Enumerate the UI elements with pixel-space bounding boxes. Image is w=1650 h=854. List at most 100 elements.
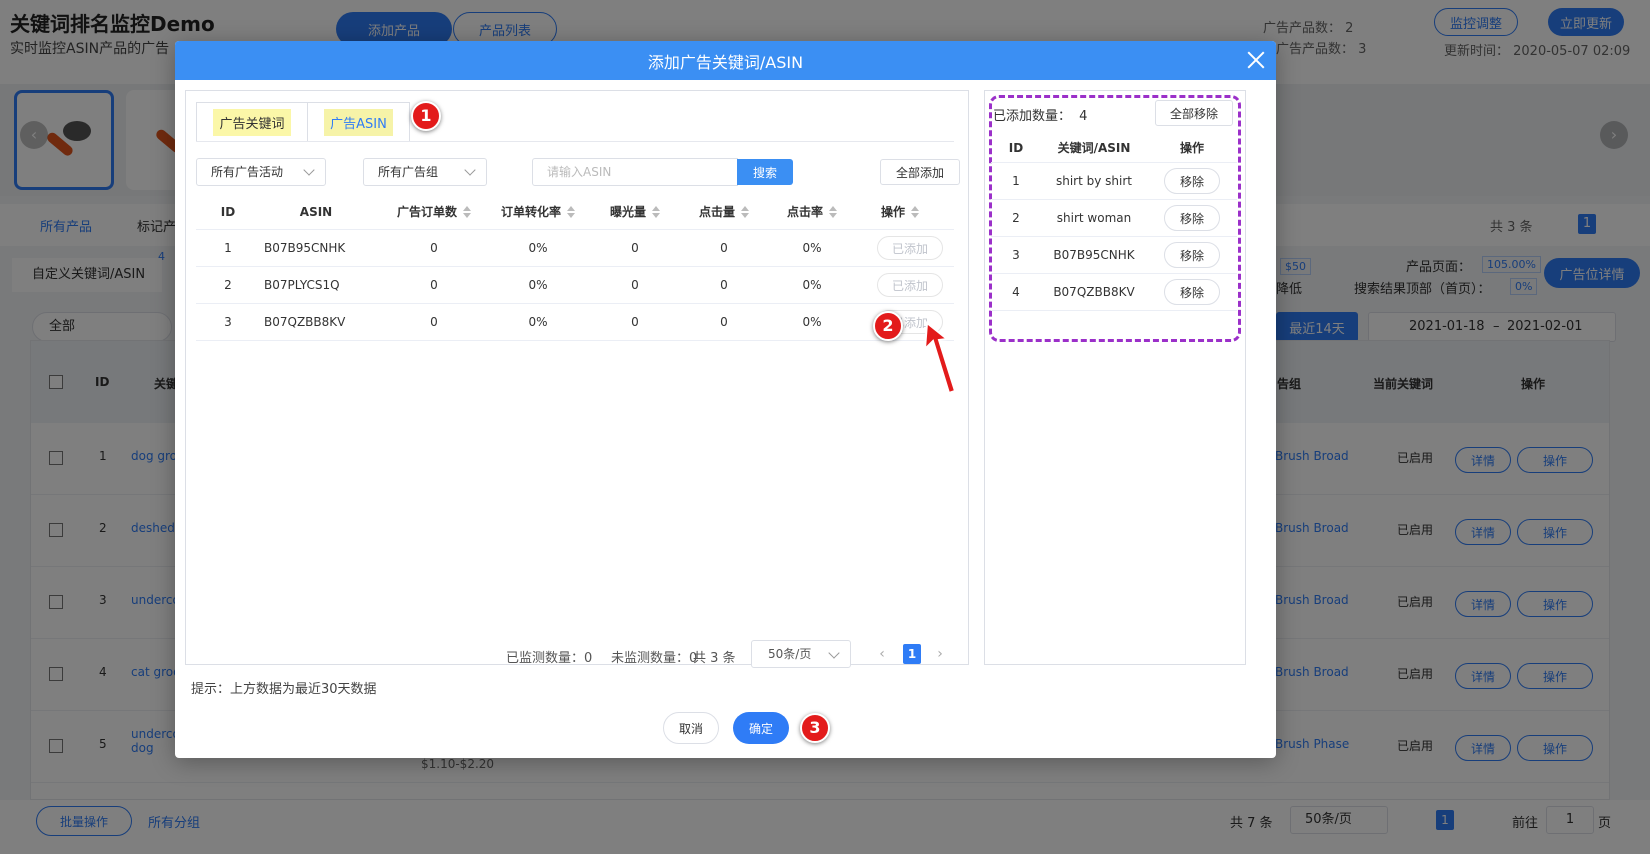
col-label: 点击量: [698, 205, 735, 219]
monitored-count: 已监测数量：0: [506, 651, 593, 666]
col-keyword-asin: 关键词/ASIN: [1057, 141, 1131, 155]
col-impressions[interactable]: 曝光量: [590, 194, 680, 229]
row-impressions: 0: [631, 315, 639, 329]
row-cvr: 0%: [528, 315, 548, 329]
chevron-down-icon: [303, 164, 315, 176]
pagination: 已监测数量：0 未监测数量：0 共 3 条 50条/页 ‹ 1 ›: [186, 640, 968, 670]
table-row: 3 B07QZBB8KV 0 0% 0 0 0% 已添加: [196, 304, 954, 341]
row-id: 1: [1012, 174, 1020, 188]
col-label: 广告订单数: [396, 205, 457, 219]
col-asin: ASIN: [260, 194, 372, 229]
row-value: B07QZBB8KV: [1053, 285, 1135, 299]
row-cvr: 0%: [528, 278, 548, 292]
remove-button[interactable]: 移除: [1164, 242, 1220, 268]
search-button[interactable]: 搜索: [737, 159, 793, 185]
chevron-down-icon: [828, 647, 840, 659]
col-id: ID: [1008, 140, 1024, 155]
added-button[interactable]: 已添加: [877, 236, 943, 260]
step-marker-3: 3: [800, 713, 830, 743]
remove-button[interactable]: 移除: [1164, 168, 1220, 194]
row-id: 2: [224, 278, 232, 292]
row-clicks: 0: [720, 315, 728, 329]
data-tip: 提示：上方数据为最近30天数据: [191, 682, 377, 697]
sort-icon[interactable]: [911, 205, 919, 218]
col-label: 曝光量: [609, 205, 646, 219]
remove-button[interactable]: 移除: [1164, 279, 1220, 305]
table-header: ID 关键词/ASIN 操作: [991, 133, 1237, 163]
col-ad-orders[interactable]: 广告订单数: [382, 194, 486, 229]
page-number[interactable]: 1: [903, 644, 921, 664]
asin-table: ID ASIN 广告订单数 订单转化率 曝光量 点击量 点击率 操作 1 B07…: [196, 194, 954, 341]
annotation-arrow-icon: [923, 321, 957, 395]
next-page-icon[interactable]: ›: [930, 644, 950, 664]
sort-icon[interactable]: [463, 205, 471, 218]
row-ctr: 0%: [802, 315, 822, 329]
added-button[interactable]: 已添加: [877, 273, 943, 297]
prev-page-icon[interactable]: ‹: [872, 644, 892, 664]
table-row: 4 B07QZBB8KV 移除: [991, 274, 1237, 311]
cancel-button[interactable]: 取消: [663, 712, 719, 744]
modal-title: 添加广告关键词/ASIN: [647, 52, 804, 72]
row-cvr: 0%: [528, 241, 548, 255]
col-action[interactable]: 操作: [856, 194, 944, 229]
sort-icon[interactable]: [741, 205, 749, 218]
tab-ad-keyword[interactable]: 广告关键词: [196, 102, 308, 142]
col-label: 操作: [880, 205, 905, 219]
row-clicks: 0: [720, 278, 728, 292]
total-count: 共 3 条: [693, 651, 736, 666]
row-id: 3: [224, 315, 232, 329]
row-id: 3: [1012, 248, 1020, 262]
row-orders: 0: [430, 278, 438, 292]
per-page-select[interactable]: 50条/页: [751, 640, 851, 668]
sort-icon[interactable]: [567, 205, 575, 218]
remove-all-button[interactable]: 全部移除: [1155, 100, 1233, 126]
row-orders: 0: [430, 315, 438, 329]
added-table: ID 关键词/ASIN 操作 1 shirt by shirt 移除 2 shi…: [991, 133, 1237, 311]
asin-list-panel: 广告关键词 广告ASIN 所有广告活动 所有广告组 搜索 全部添加 ID ASI…: [185, 90, 969, 668]
remove-button[interactable]: 移除: [1164, 205, 1220, 231]
table-row: 1 shirt by shirt 移除: [991, 163, 1237, 200]
table-row: 1 B07B95CNHK 0 0% 0 0 0% 已添加: [196, 230, 954, 267]
asin-search-input[interactable]: [532, 158, 738, 186]
added-count-value: 4: [1079, 109, 1088, 124]
col-label: ASIN: [299, 204, 333, 219]
add-keyword-asin-modal: 添加广告关键词/ASIN 广告关键词 广告ASIN 所有广告活动 所有广告组 搜…: [175, 41, 1276, 758]
modal-header: 添加广告关键词/ASIN: [175, 41, 1276, 80]
confirm-button[interactable]: 确定: [733, 712, 789, 744]
unmonitored-count: 未监测数量：0: [611, 651, 698, 666]
ad-group-select[interactable]: 所有广告组: [363, 158, 487, 186]
table-header: ID ASIN 广告订单数 订单转化率 曝光量 点击量 点击率 操作: [196, 194, 954, 230]
col-cvr[interactable]: 订单转化率: [486, 194, 590, 229]
type-tabs: 广告关键词 广告ASIN: [196, 102, 410, 142]
table-row: 3 B07B95CNHK 移除: [991, 237, 1237, 274]
sort-icon[interactable]: [652, 205, 660, 218]
campaign-select-value: 所有广告活动: [211, 165, 284, 179]
col-clicks[interactable]: 点击量: [680, 194, 768, 229]
tab-label: 广告关键词: [213, 108, 291, 136]
sort-icon[interactable]: [829, 205, 837, 218]
table-row: 2 shirt woman 移除: [991, 200, 1237, 237]
row-orders: 0: [430, 241, 438, 255]
tab-ad-asin[interactable]: 广告ASIN: [308, 102, 410, 142]
row-value: shirt woman: [1056, 211, 1132, 225]
close-icon[interactable]: [1246, 50, 1266, 70]
ad-group-select-value: 所有广告组: [378, 165, 439, 179]
row-id: 4: [1012, 285, 1020, 299]
added-count-label: 已添加数量：: [993, 109, 1072, 124]
col-action: 操作: [1179, 141, 1204, 155]
table-row: 2 B07PLYCS1Q 0 0% 0 0 0% 已添加: [196, 267, 954, 304]
added-list-panel: 已添加数量： 4 全部移除 ID 关键词/ASIN 操作 1 shirt by …: [984, 90, 1246, 665]
col-ctr[interactable]: 点击率: [768, 194, 856, 229]
step-marker-2: 2: [873, 311, 903, 341]
col-label: 订单转化率: [500, 205, 561, 219]
col-label: ID: [220, 204, 236, 219]
row-clicks: 0: [720, 241, 728, 255]
row-value: B07B95CNHK: [1053, 248, 1135, 262]
campaign-select[interactable]: 所有广告活动: [196, 158, 326, 186]
row-asin: B07B95CNHK: [264, 241, 346, 255]
add-all-button[interactable]: 全部添加: [880, 159, 960, 185]
row-id: 2: [1012, 211, 1020, 225]
row-ctr: 0%: [802, 278, 822, 292]
added-count: 已添加数量： 4: [993, 105, 1087, 124]
col-id: ID: [196, 194, 260, 229]
